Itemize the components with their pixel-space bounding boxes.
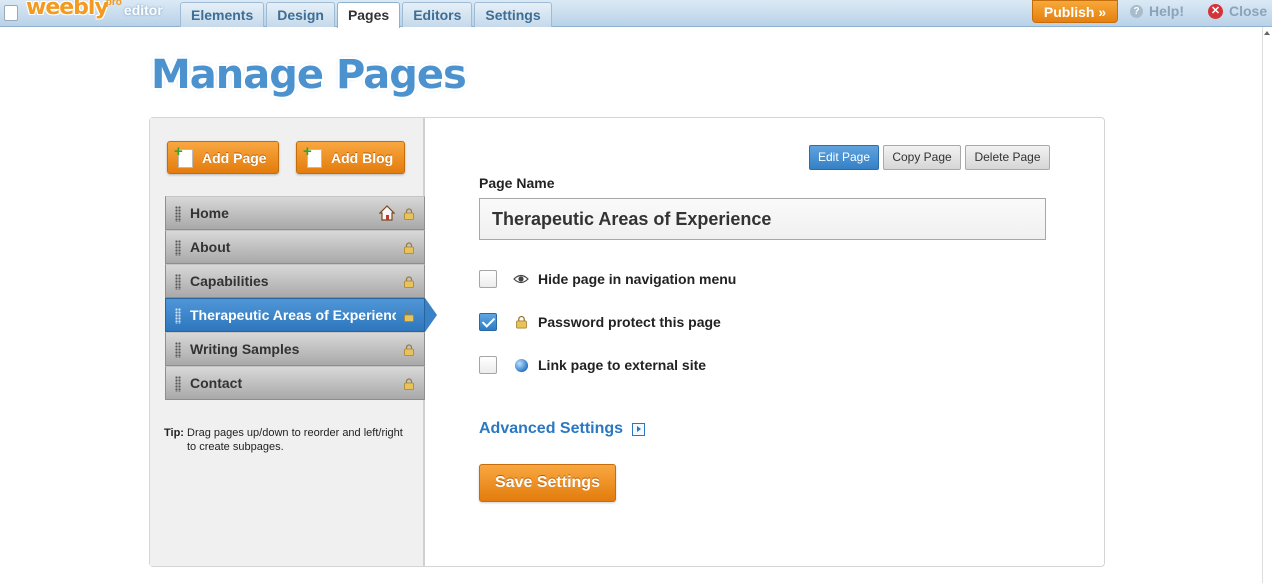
add-page-label: Add Page [202, 149, 267, 166]
edit-page-button[interactable]: Edit Page [809, 145, 879, 170]
eye-icon [513, 271, 529, 287]
add-blog-icon: + [303, 144, 323, 169]
advanced-settings-link[interactable]: Advanced Settings [479, 420, 646, 438]
page-item-writing-samples[interactable]: Writing Samples [165, 332, 425, 366]
hide-in-nav-label: Hide page in navigation menu [538, 271, 737, 287]
page-item-label: Writing Samples [190, 341, 300, 357]
drag-handle-icon[interactable] [175, 308, 181, 324]
drag-handle-icon[interactable] [175, 342, 181, 358]
option-password-protect: Password protect this page [479, 313, 721, 331]
page-item-label: Capabilities [190, 273, 269, 289]
close-label: Close [1229, 3, 1268, 19]
save-settings-button[interactable]: Save Settings [479, 464, 616, 502]
page-list: Home About Capabilities Therapeutic Area… [165, 196, 425, 400]
tab-design[interactable]: Design [266, 2, 335, 27]
tab-elements[interactable]: Elements [180, 2, 265, 27]
page-item-label: Therapeutic Areas of Experience [190, 307, 396, 323]
delete-page-button[interactable]: Delete Page [965, 145, 1050, 170]
scroll-up-arrow-icon[interactable] [1264, 31, 1270, 35]
option-hide-in-nav: Hide page in navigation menu [479, 270, 736, 288]
page-name-input[interactable] [479, 198, 1046, 240]
editor-tabs: Elements Design Pages Editors Settings [180, 2, 554, 28]
add-page-icon: + [174, 144, 194, 169]
advanced-settings-label: Advanced Settings [479, 420, 624, 437]
weebly-logo: weebly pro editor [4, 0, 163, 26]
page-item-label: About [190, 239, 231, 255]
add-page-button[interactable]: + Add Page [167, 141, 279, 174]
hide-in-nav-checkbox[interactable] [479, 270, 497, 288]
lock-icon [404, 344, 414, 356]
lock-icon [404, 242, 414, 254]
selected-page-pointer [425, 298, 437, 332]
page-item-label: Home [190, 205, 229, 221]
logo-editor-text: editor [123, 2, 163, 18]
drag-handle-icon[interactable] [175, 240, 181, 256]
copy-page-button[interactable]: Copy Page [883, 145, 961, 170]
close-link[interactable]: ✕ Close [1208, 3, 1267, 19]
logo-pro-badge: pro [105, 0, 122, 8]
page-title: Manage Pages [151, 52, 467, 98]
page-item-therapeutic-areas[interactable]: Therapeutic Areas of Experience [165, 298, 425, 332]
home-icon [379, 205, 395, 221]
logo-wordmark: weebly [26, 0, 109, 20]
external-link-label: Link page to external site [538, 357, 707, 373]
help-icon: ? [1130, 4, 1143, 18]
top-toolbar: weebly pro editor Elements Design Pages … [0, 0, 1272, 28]
page-item-about[interactable]: About [165, 230, 425, 264]
drag-handle-icon[interactable] [175, 274, 181, 290]
option-external-link: Link page to external site [479, 356, 706, 374]
password-protect-checkbox[interactable] [479, 313, 497, 331]
publish-button[interactable]: Publish » [1032, 0, 1118, 23]
logo-document-icon [4, 5, 18, 21]
globe-icon [513, 357, 529, 373]
tab-editors[interactable]: Editors [402, 2, 473, 27]
page-item-capabilities[interactable]: Capabilities [165, 264, 425, 298]
vertical-scrollbar[interactable] [1262, 27, 1272, 583]
page-item-home[interactable]: Home [165, 196, 425, 230]
lock-icon [513, 314, 529, 330]
expand-arrow-icon [632, 422, 646, 436]
lock-icon [404, 378, 414, 390]
page-item-label: Contact [190, 375, 243, 391]
lock-icon [404, 276, 414, 288]
help-label: Help! [1149, 3, 1184, 19]
drag-handle-icon[interactable] [175, 376, 181, 392]
close-icon: ✕ [1208, 3, 1223, 19]
tab-settings[interactable]: Settings [474, 2, 552, 27]
tip-label: Tip: [164, 427, 184, 439]
tab-pages[interactable]: Pages [336, 2, 401, 28]
lock-icon [404, 208, 414, 220]
drag-handle-icon[interactable] [175, 206, 181, 222]
external-link-checkbox[interactable] [479, 356, 497, 374]
add-blog-label: Add Blog [331, 149, 394, 166]
help-link[interactable]: ? Help! [1130, 3, 1184, 19]
page-name-label: Page Name [479, 175, 555, 191]
drag-tip: Tip: Drag pages up/down to reorder and l… [164, 426, 404, 454]
lock-icon [404, 310, 414, 322]
page-item-contact[interactable]: Contact [165, 366, 425, 400]
tip-text: Drag pages up/down to reorder and left/r… [187, 427, 403, 453]
add-blog-button[interactable]: + Add Blog [296, 141, 405, 174]
password-protect-label: Password protect this page [538, 314, 721, 330]
